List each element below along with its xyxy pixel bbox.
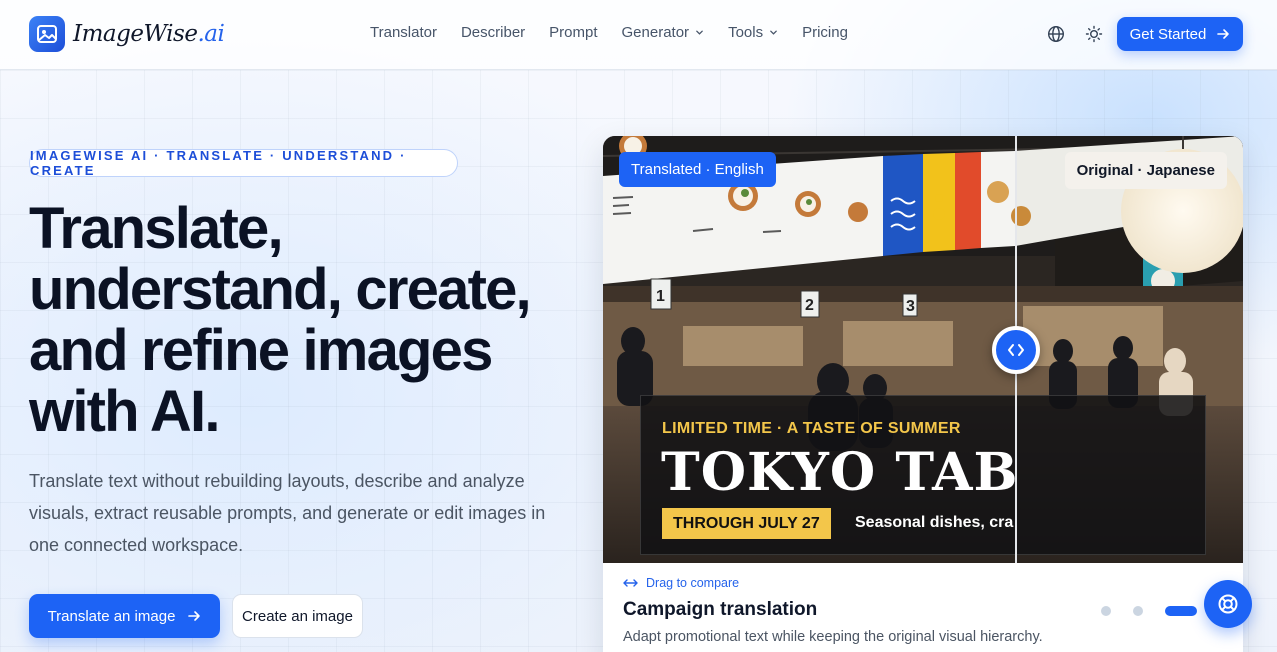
hero-headline: Translate, understand, create, and refin…	[29, 198, 589, 442]
brand-name: ImageWise	[73, 21, 198, 47]
get-started-button[interactable]: Get Started	[1117, 17, 1243, 51]
nav-item-prompt[interactable]: Prompt	[549, 24, 597, 41]
compare-slider-handle[interactable]	[992, 326, 1040, 374]
nav-item-label: Pricing	[802, 24, 848, 41]
headline-line: with AI.	[29, 379, 220, 444]
carousel-dots	[1101, 606, 1197, 616]
svg-text:2: 2	[805, 297, 814, 314]
help-button[interactable]	[1204, 580, 1252, 628]
get-started-label: Get Started	[1129, 25, 1207, 43]
eyebrow-pill: IMAGEWISE AI · TRANSLATE · UNDERSTAND · …	[29, 148, 458, 178]
create-image-label: Create an image	[242, 607, 353, 625]
top-header: ImageWise.ai Translator Describer Prompt Ge…	[0, 0, 1277, 70]
promo-title: TOKYO TABLE	[661, 442, 1016, 503]
nav-item-translator[interactable]: Translator	[370, 24, 437, 41]
translate-image-button[interactable]: Translate an image	[29, 594, 220, 638]
chevron-down-icon	[696, 30, 703, 35]
nav-item-label: Tools	[728, 24, 764, 41]
nav-item-tools[interactable]: Tools	[728, 24, 778, 41]
nav-item-describer[interactable]: Describer	[461, 24, 525, 41]
code-brackets-icon	[1008, 344, 1024, 356]
drag-hint-label: Drag to compare	[646, 576, 740, 590]
arrow-right-icon	[188, 611, 201, 621]
nav-item-generator[interactable]: Generator	[622, 24, 705, 41]
translate-image-label: Translate an image	[47, 607, 176, 625]
translated-badge: Translated · English	[619, 152, 776, 187]
compare-card: 1 2 3 LIMITED TIME · A TASTE OF SUMMER TOK…	[603, 136, 1243, 652]
nav-item-label: Prompt	[549, 24, 598, 41]
compare-card-footer: Drag to compare Campaign translation Ada…	[603, 563, 1243, 652]
brand-logo[interactable]: ImageWise.ai	[29, 16, 225, 52]
original-badge: Original · Japanese	[1064, 152, 1227, 189]
svg-text:1: 1	[656, 288, 665, 305]
card-description: Adapt promotional text while keeping the…	[623, 629, 1043, 645]
drag-hint: Drag to compare	[623, 576, 739, 590]
horizontal-arrows-icon	[623, 579, 638, 587]
chevron-down-icon	[770, 30, 777, 35]
carousel-dot-active[interactable]	[1165, 606, 1197, 616]
promo-seasonal: Seasonal dishes, cra	[855, 514, 1014, 531]
brand-suffix: .ai	[197, 21, 225, 47]
nav-item-label: Generator	[621, 24, 690, 41]
hero-subtext: Translate text without rebuilding layout…	[29, 471, 546, 555]
sun-icon[interactable]	[1084, 24, 1104, 44]
translated-promo-text: LIMITED TIME · A TASTE OF SUMMER TOKYO T…	[641, 396, 1016, 556]
create-image-button[interactable]: Create an image	[232, 594, 363, 638]
brand-wordmark: ImageWise.ai	[73, 21, 225, 47]
main-nav: Translator Describer Prompt Generator Tools P…	[370, 24, 872, 41]
card-title: Campaign translation	[623, 599, 818, 620]
svg-text:3: 3	[906, 298, 915, 315]
carousel-dot[interactable]	[1101, 606, 1111, 616]
headline-line: Translate,	[29, 196, 284, 261]
headline-line: understand, create,	[29, 257, 532, 322]
lifebuoy-icon	[1218, 594, 1238, 614]
carousel-dot[interactable]	[1133, 606, 1143, 616]
arrow-right-icon	[1217, 29, 1230, 39]
promo-kicker: LIMITED TIME · A TASTE OF SUMMER	[662, 420, 961, 437]
promo-date-badge: THROUGH JULY 27	[662, 508, 831, 539]
headline-line: and refine images	[29, 318, 493, 383]
compare-image[interactable]: 1 2 3 LIMITED TIME · A TASTE OF SUMMER TOK…	[603, 136, 1243, 563]
image-logo-icon	[29, 16, 65, 52]
nav-item-pricing[interactable]: Pricing	[802, 24, 848, 41]
globe-icon[interactable]	[1046, 24, 1066, 44]
nav-item-label: Translator	[370, 24, 437, 41]
promo-banner: LIMITED TIME · A TASTE OF SUMMER TOKYO T…	[640, 395, 1206, 555]
nav-item-label: Describer	[460, 24, 526, 41]
